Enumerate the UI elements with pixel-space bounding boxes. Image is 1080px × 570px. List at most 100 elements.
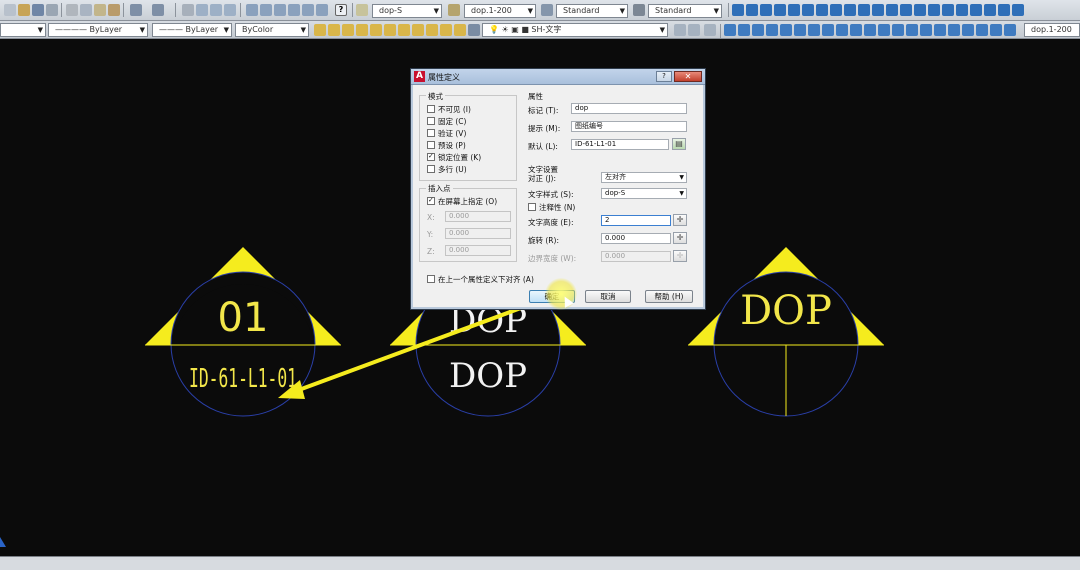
arc-icon[interactable] xyxy=(802,4,814,16)
move-icon[interactable] xyxy=(794,24,806,36)
layer-previous-icon[interactable] xyxy=(674,24,686,36)
ucs-icon[interactable] xyxy=(1012,4,1024,16)
layer-tool-icon[interactable] xyxy=(440,24,452,36)
zoom-previous-icon[interactable] xyxy=(224,4,236,16)
mirror-icon[interactable] xyxy=(752,24,764,36)
revcloud-icon[interactable] xyxy=(830,4,842,16)
invisible-checkbox[interactable] xyxy=(427,105,435,113)
hatch-icon[interactable] xyxy=(914,4,926,16)
dim-style-icon[interactable] xyxy=(448,4,460,16)
new-icon[interactable] xyxy=(4,4,16,16)
dim-style-dropdown[interactable]: dop.1-200 ▼ xyxy=(464,4,536,18)
add-selected-icon[interactable] xyxy=(984,4,996,16)
point-icon[interactable] xyxy=(900,4,912,16)
properties-icon[interactable] xyxy=(246,4,258,16)
leader-icon[interactable] xyxy=(962,24,974,36)
tag-field[interactable]: dop xyxy=(571,103,687,114)
line-icon[interactable] xyxy=(732,4,744,16)
pick-width-icon[interactable]: ✛ xyxy=(673,250,687,262)
layer-tool-icon[interactable] xyxy=(356,24,368,36)
toolpalettes-icon[interactable] xyxy=(274,4,286,16)
mleader-style-icon[interactable] xyxy=(633,4,645,16)
scale-style-dropdown[interactable]: dop.1-200 xyxy=(1024,23,1080,37)
undo-icon[interactable] xyxy=(130,4,142,16)
mtext-icon[interactable] xyxy=(970,4,982,16)
layer-tool-icon[interactable] xyxy=(454,24,466,36)
offset-icon[interactable] xyxy=(766,24,778,36)
plotstyle-dropdown[interactable]: ByColor ▼ xyxy=(235,23,309,37)
construction-line-icon[interactable] xyxy=(746,4,758,16)
layer-properties-icon[interactable] xyxy=(468,24,480,36)
lineweight-dropdown[interactable]: ——— ByLayer ▼ xyxy=(152,23,232,37)
sheetset-icon[interactable] xyxy=(288,4,300,16)
text-style-select[interactable]: dop-S ▼ xyxy=(601,188,687,199)
default-field[interactable]: ID-61-L1-01 xyxy=(571,139,669,150)
layer-tool-icon[interactable] xyxy=(314,24,326,36)
markup-icon[interactable] xyxy=(302,4,314,16)
index-symbol-1[interactable]: 01 ID-61-L1-01 xyxy=(145,247,341,417)
measure-icon[interactable] xyxy=(990,24,1002,36)
insert-block-icon[interactable] xyxy=(872,4,884,16)
ellipse-icon[interactable] xyxy=(858,4,870,16)
gradient-icon[interactable] xyxy=(928,4,940,16)
color-dropdown[interactable]: ▼ xyxy=(0,23,46,37)
open-icon[interactable] xyxy=(18,4,30,16)
preset-checkbox[interactable] xyxy=(427,141,435,149)
help-button[interactable]: 帮助 (H) xyxy=(645,290,693,303)
rotate-icon[interactable] xyxy=(808,24,820,36)
designcenter-icon[interactable] xyxy=(260,4,272,16)
erase-icon[interactable] xyxy=(724,24,736,36)
region-icon[interactable] xyxy=(942,4,954,16)
cut-icon[interactable] xyxy=(66,4,78,16)
plot-icon[interactable] xyxy=(46,4,58,16)
x-field[interactable]: 0.000 xyxy=(445,211,511,222)
redo-icon[interactable] xyxy=(152,4,164,16)
draw-order-icon[interactable] xyxy=(998,4,1010,16)
polygon-icon[interactable] xyxy=(774,4,786,16)
paste-icon[interactable] xyxy=(94,4,106,16)
zoom-realtime-icon[interactable] xyxy=(196,4,208,16)
fillet-icon[interactable] xyxy=(920,24,932,36)
stretch-icon[interactable] xyxy=(836,24,848,36)
dialog-titlebar[interactable]: A 属性定义 ? ✕ xyxy=(411,69,705,85)
circle-icon[interactable] xyxy=(816,4,828,16)
boundary-width-field[interactable]: 0.000 xyxy=(601,251,671,262)
matchprop-icon[interactable] xyxy=(108,4,120,16)
make-block-icon[interactable] xyxy=(886,4,898,16)
text-style-icon[interactable] xyxy=(356,4,368,16)
properties-icon[interactable] xyxy=(1004,24,1016,36)
y-field[interactable]: 0.000 xyxy=(445,228,511,239)
quickcalc-icon[interactable] xyxy=(316,4,328,16)
layer-tool-icon[interactable] xyxy=(412,24,424,36)
verify-checkbox[interactable] xyxy=(427,129,435,137)
layer-tool-icon[interactable] xyxy=(342,24,354,36)
layer-tool-icon[interactable] xyxy=(384,24,396,36)
save-icon[interactable] xyxy=(32,4,44,16)
linetype-dropdown[interactable]: ———— ByLayer ▼ xyxy=(48,23,148,37)
table-icon[interactable] xyxy=(956,4,968,16)
justify-select[interactable]: 左对齐 ▼ xyxy=(601,172,687,183)
help-icon[interactable]: ? xyxy=(335,4,347,16)
pick-rotation-icon[interactable]: ✛ xyxy=(673,232,687,244)
layer-tool-icon[interactable] xyxy=(328,24,340,36)
chamfer-icon[interactable] xyxy=(906,24,918,36)
text-style-dropdown[interactable]: dop-S ▼ xyxy=(372,4,442,18)
lock-position-checkbox[interactable] xyxy=(427,152,435,161)
break-icon[interactable] xyxy=(878,24,890,36)
layer-states-icon[interactable] xyxy=(704,24,716,36)
annotative-checkbox[interactable] xyxy=(528,203,536,211)
layer-dropdown[interactable]: 💡 ☀ ▣ ■ SH-文字 ▼ xyxy=(482,23,668,37)
extend-icon[interactable] xyxy=(864,24,876,36)
array-icon[interactable] xyxy=(780,24,792,36)
make-current-icon[interactable] xyxy=(688,24,700,36)
mleader-style-dropdown[interactable]: Standard ▼ xyxy=(648,4,722,18)
pan-icon[interactable] xyxy=(182,4,194,16)
trim-icon[interactable] xyxy=(850,24,862,36)
rotation-field[interactable]: 0.000 xyxy=(601,233,671,244)
rectangle-icon[interactable] xyxy=(788,4,800,16)
pick-height-icon[interactable]: ✛ xyxy=(673,214,687,226)
align-below-checkbox[interactable] xyxy=(427,275,435,283)
scale-icon[interactable] xyxy=(822,24,834,36)
command-line-bar[interactable] xyxy=(0,556,1080,570)
polyline-icon[interactable] xyxy=(760,4,772,16)
